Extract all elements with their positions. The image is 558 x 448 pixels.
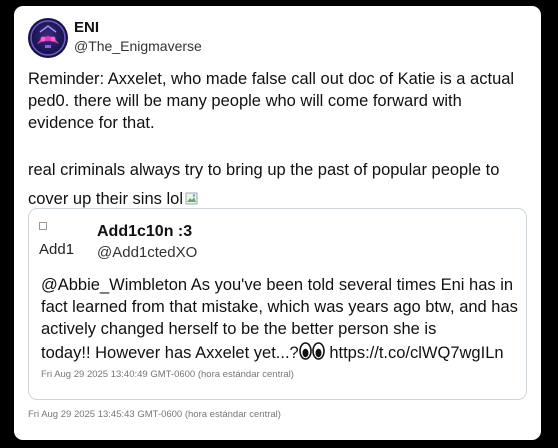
quoted-link[interactable]: https://t.co/clWQ7wgILn	[329, 344, 503, 362]
quoted-tweet[interactable]: Add1 Add1c10n :3 @Add1ctedXO @Abbie_Wimb…	[28, 208, 527, 400]
quoted-avatar-broken-image[interactable]: Add1	[39, 222, 79, 262]
tweet-paragraph-1: Reminder: Axxelet, who made false call o…	[28, 70, 515, 132]
quoted-text: @Abbie_Wimbleton As you've been told sev…	[41, 274, 521, 368]
tweet-paragraph-2-text: real criminals always try to bring up th…	[28, 161, 500, 208]
tweet-text: Reminder: Axxelet, who made false call o…	[28, 68, 528, 214]
quoted-author-name[interactable]: Add1c10n :3	[97, 223, 192, 241]
author-handle[interactable]: @The_Enigmaverse	[74, 38, 202, 54]
tweet-card: ENI @The_Enigmaverse Reminder: Axxelet, …	[14, 6, 541, 440]
quoted-timestamp: Fri Aug 29 2025 13:40:49 GMT-0600 (hora …	[41, 369, 294, 380]
tweet-paragraph-2: real criminals always try to bring up th…	[28, 156, 528, 214]
quoted-text-last-line: today!! However has Axxelet yet...? http…	[41, 340, 521, 368]
broken-image-icon	[39, 222, 47, 230]
quoted-author-handle[interactable]: @Add1ctedXO	[97, 244, 197, 261]
quoted-text-main: @Abbie_Wimbleton As you've been told sev…	[41, 276, 518, 338]
broken-image-icon	[185, 186, 198, 205]
author-name[interactable]: ENI	[74, 19, 99, 36]
quoted-text-last: today!! However has Axxelet yet...?	[41, 344, 299, 362]
eyes-emoji-icon	[298, 342, 325, 368]
quoted-avatar-alt: Add1	[39, 241, 75, 258]
tweet-timestamp: Fri Aug 29 2025 13:45:43 GMT-0600 (hora …	[28, 409, 281, 420]
eni-logo-avatar[interactable]	[28, 18, 68, 58]
avatar-logo-icon	[30, 20, 66, 56]
